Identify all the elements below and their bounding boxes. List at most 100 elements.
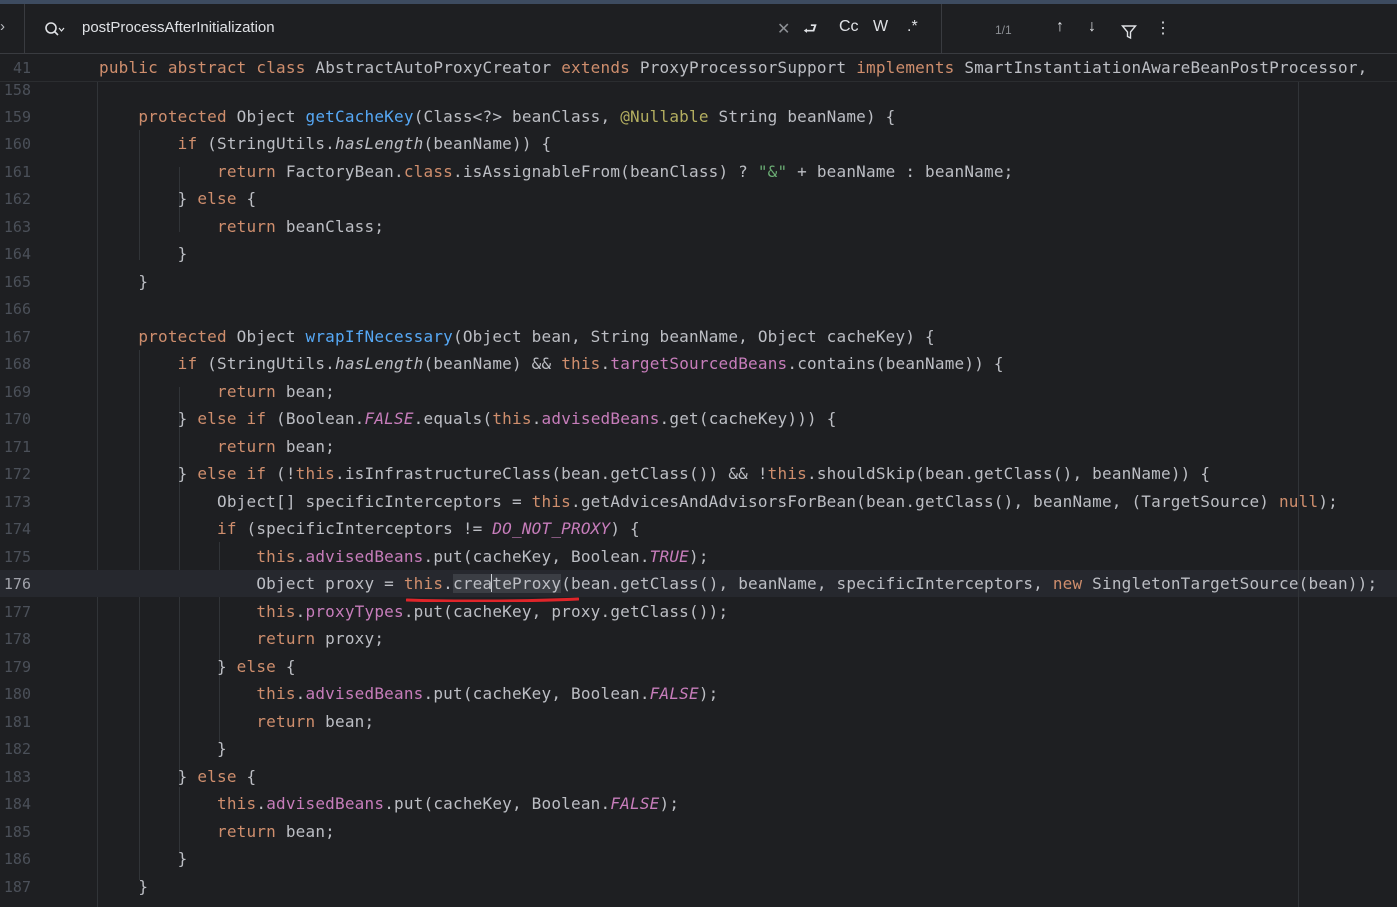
token: } xyxy=(99,739,227,758)
token: return xyxy=(217,437,276,456)
code-text[interactable]: } else if (Boolean.FALSE.equals(this.adv… xyxy=(99,409,837,428)
line-number: 161 xyxy=(3,163,31,181)
token: else if xyxy=(197,464,267,483)
line-number: 172 xyxy=(3,465,31,483)
token: class xyxy=(256,58,306,77)
code-text[interactable]: this.proxyTypes.put(cacheKey, proxy.getC… xyxy=(99,602,728,621)
line-number: 185 xyxy=(3,823,31,841)
code-text[interactable]: public abstract class AbstractAutoProxyC… xyxy=(99,58,1368,77)
token: .contains(beanName)) { xyxy=(787,354,1004,373)
token: this xyxy=(256,684,296,703)
filter-icon[interactable] xyxy=(1121,24,1137,40)
code-line: 158 xyxy=(0,82,1397,103)
token: SmartInstantiationAwareBeanPostProcessor… xyxy=(954,58,1368,77)
line-number: 41 xyxy=(12,59,31,77)
code-line: 178 return proxy; xyxy=(0,625,1397,652)
token: return xyxy=(217,162,276,181)
token: else xyxy=(236,657,277,676)
code-text[interactable]: this.advisedBeans.put(cacheKey, Boolean.… xyxy=(99,794,679,813)
code-text[interactable]: } else if (!this.isInfrastructureClass(b… xyxy=(99,464,1210,483)
clear-search-icon[interactable]: ✕ xyxy=(777,19,790,39)
token: bean; xyxy=(276,822,335,841)
line-number: 162 xyxy=(3,190,31,208)
token: } xyxy=(99,409,198,428)
code-text[interactable]: if (StringUtils.hasLength(beanName) && t… xyxy=(99,354,1004,373)
code-text[interactable]: Object[] specificInterceptors = this.get… xyxy=(99,492,1338,511)
token: .put(cacheKey, Boolean. xyxy=(384,794,611,813)
token: (Boolean. xyxy=(266,409,365,428)
code-text[interactable]: this.advisedBeans.put(cacheKey, Boolean.… xyxy=(99,684,719,703)
token: } xyxy=(99,189,198,208)
code-text[interactable]: return bean; xyxy=(99,822,335,841)
code-text[interactable]: return FactoryBean.class.isAssignableFro… xyxy=(99,162,1013,181)
token: (Object bean, String beanName, Object ca… xyxy=(453,327,935,346)
code-line: 174 if (specificInterceptors != DO_NOT_P… xyxy=(0,515,1397,542)
code-text[interactable]: } xyxy=(99,849,188,868)
token: advisedBeans xyxy=(541,409,660,428)
next-occurrence-icon[interactable]: ↓ xyxy=(1088,18,1096,36)
code-text[interactable]: if (specificInterceptors != DO_NOT_PROXY… xyxy=(99,519,640,538)
code-text[interactable]: Object proxy = this.createProxy(bean.get… xyxy=(99,574,1377,593)
token: beanClass; xyxy=(276,217,385,236)
token: (beanName)) { xyxy=(423,134,552,153)
search-input[interactable]: postProcessAfterInitialization xyxy=(82,19,275,36)
code-line: 161 return FactoryBean.class.isAssignabl… xyxy=(0,158,1397,185)
token: + beanName : beanName; xyxy=(787,162,1014,181)
code-text[interactable]: return proxy; xyxy=(99,629,384,648)
search-history-icon[interactable] xyxy=(44,20,66,40)
token: .put(cacheKey, Boolean. xyxy=(423,547,650,566)
code-editor[interactable]: 158 159 protected Object getCacheKey(Cla… xyxy=(0,82,1397,907)
code-text[interactable]: protected Object getCacheKey(Class<?> be… xyxy=(99,107,896,126)
code-text[interactable]: return bean; xyxy=(99,382,335,401)
code-text[interactable]: } xyxy=(99,739,227,758)
line-number: 158 xyxy=(3,82,31,99)
code-line: 171 return bean; xyxy=(0,433,1397,460)
code-text[interactable]: return bean; xyxy=(99,437,335,456)
code-line: 187 } xyxy=(0,873,1397,900)
token: .get(cacheKey))) { xyxy=(659,409,837,428)
words-toggle[interactable]: W xyxy=(873,18,888,36)
line-number: 175 xyxy=(3,548,31,566)
token: .shouldSkip(bean.getClass(), beanName)) … xyxy=(807,464,1211,483)
token: this xyxy=(217,794,257,813)
token: bean; xyxy=(276,437,335,456)
code-line: 167 protected Object wrapIfNecessary(Obj… xyxy=(0,323,1397,350)
token: teProxy xyxy=(492,574,562,593)
token: } xyxy=(99,657,237,676)
regex-toggle[interactable]: .* xyxy=(907,18,918,36)
code-text[interactable]: } xyxy=(99,272,148,291)
code-line: 184 this.advisedBeans.put(cacheKey, Bool… xyxy=(0,790,1397,817)
expand-replace-toggle[interactable]: › xyxy=(0,18,5,35)
code-line: 177 this.proxyTypes.put(cacheKey, proxy.… xyxy=(0,598,1397,625)
previous-occurrence-icon[interactable]: ↑ xyxy=(1056,18,1064,36)
code-text[interactable]: if (StringUtils.hasLength(beanName)) { xyxy=(99,134,551,153)
more-options-icon[interactable]: ⋮ xyxy=(1155,18,1171,38)
token: ); xyxy=(689,547,709,566)
code-line: 170 } else if (Boolean.FALSE.equals(this… xyxy=(0,405,1397,432)
line-number: 159 xyxy=(3,108,31,126)
token: . xyxy=(295,602,306,621)
code-text[interactable]: } xyxy=(99,244,188,263)
code-text[interactable]: protected Object wrapIfNecessary(Object … xyxy=(99,327,935,346)
token: (bean.getClass(), beanName, specificInte… xyxy=(561,574,1053,593)
line-number: 174 xyxy=(3,520,31,538)
token: . xyxy=(256,794,267,813)
code-text[interactable]: } else { xyxy=(99,767,256,786)
code-text[interactable]: this.advisedBeans.put(cacheKey, Boolean.… xyxy=(99,547,709,566)
new-line-toggle-icon[interactable]: ⮐ xyxy=(803,18,817,45)
code-text[interactable]: } else { xyxy=(99,657,296,676)
code-text[interactable]: } xyxy=(99,877,148,896)
code-text[interactable]: } else { xyxy=(99,189,256,208)
token: crea xyxy=(453,574,493,593)
token: extends xyxy=(561,58,631,77)
code-line: 172 } else if (!this.isInfrastructureCla… xyxy=(0,460,1397,487)
token: return xyxy=(217,217,276,236)
code-text[interactable]: return bean; xyxy=(99,712,374,731)
line-number: 169 xyxy=(3,383,31,401)
code-text[interactable]: return beanClass; xyxy=(99,217,384,236)
match-case-toggle[interactable]: Cc xyxy=(839,18,859,36)
